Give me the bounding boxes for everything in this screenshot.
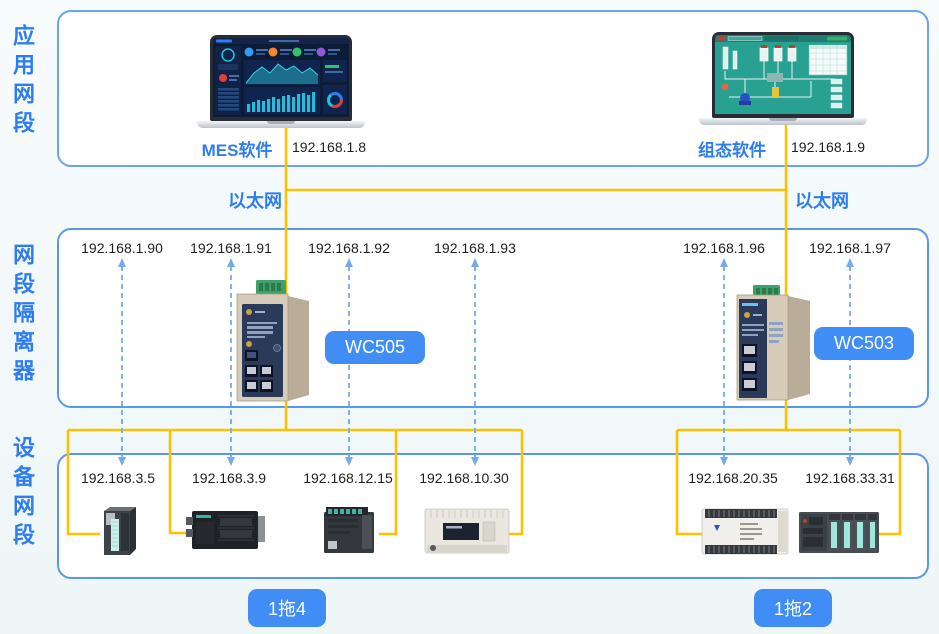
device-ip-2: 192.168.3.9 (192, 470, 266, 486)
mode-badge-1to2[interactable]: 1拖2 (754, 589, 832, 627)
wc505-gateway-device (228, 278, 314, 406)
device-ip-1: 192.168.3.5 (81, 470, 155, 486)
device-ip-4: 192.168.10.30 (419, 470, 509, 486)
laptop-base (197, 121, 365, 128)
mes-ip: 192.168.1.8 (292, 139, 366, 155)
mes-software-label: MES软件 (202, 136, 273, 161)
isolator-ip-1: 192.168.1.90 (81, 240, 163, 256)
laptop-base (699, 118, 867, 125)
scada-ip: 192.168.1.9 (791, 139, 865, 155)
scada-laptop (699, 32, 867, 125)
wc505-badge[interactable]: WC505 (325, 331, 425, 364)
plc-device-4 (423, 507, 513, 557)
mes-dashboard-screen (210, 35, 352, 121)
scada-software-label: 组态软件 (698, 136, 766, 161)
scada-hmi-screen (712, 32, 854, 118)
device-ip-3: 192.168.12.15 (303, 470, 393, 486)
plc-device-2 (186, 508, 266, 554)
ethernet-label-left: 以太网 (228, 187, 282, 213)
isolator-ip-2: 192.168.1.91 (190, 240, 272, 256)
isolator-ip-4: 192.168.1.93 (434, 240, 516, 256)
device-ip-6: 192.168.33.31 (805, 470, 895, 486)
wc503-badge[interactable]: WC503 (814, 327, 914, 360)
plc-device-3 (322, 503, 380, 557)
isolator-ip-3: 192.168.1.92 (308, 240, 390, 256)
network-topology-diagram: 应用网段 网段隔离器 设备网段 (0, 0, 939, 634)
isolator-ip-5: 192.168.1.96 (683, 240, 765, 256)
plc-device-6 (797, 508, 881, 557)
mode-badge-1to4[interactable]: 1拖4 (248, 589, 326, 627)
ethernet-label-right: 以太网 (795, 187, 849, 213)
isolator-segment-label: 网段隔离器 (11, 243, 33, 388)
application-segment-label: 应用网段 (11, 24, 33, 140)
plc-device-1 (100, 505, 138, 557)
plc-device-5 (700, 505, 792, 558)
mes-laptop (197, 35, 365, 128)
wc503-gateway-device (731, 280, 815, 404)
isolator-ip-6: 192.168.1.97 (809, 240, 891, 256)
device-segment-label: 设备网段 (11, 436, 33, 552)
device-ip-5: 192.168.20.35 (688, 470, 778, 486)
